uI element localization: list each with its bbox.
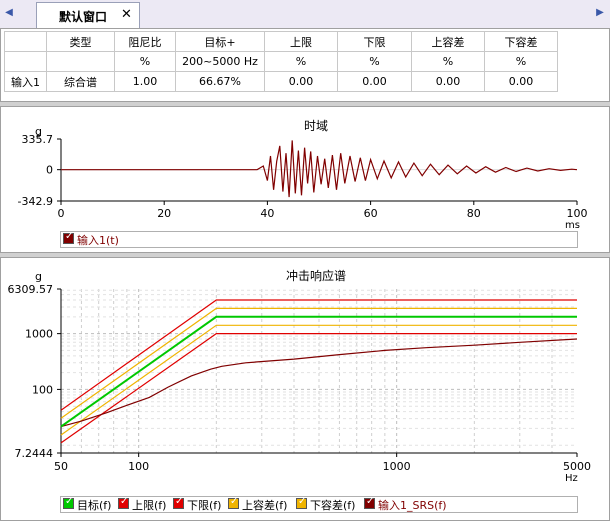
srs-legend: 目标(f) 上限(f) 下限(f) 上容差(f) 下容差(f) 输入1_SRS(f): [60, 496, 578, 513]
table-header-cell: 上限: [264, 31, 338, 52]
checkbox-icon[interactable]: [118, 496, 129, 509]
legend-label: 下容差(f): [310, 499, 356, 512]
close-icon[interactable]: ✕: [121, 7, 132, 22]
legend-label: 上限(f): [132, 499, 167, 512]
srs-chart: 7.2444 100 1000 6309.57 50 100 1000 5000 g Hz: [8, 270, 592, 484]
y-tick-label: 7.2444: [15, 447, 54, 460]
x-unit-label: Hz: [565, 473, 578, 484]
srs-pane: 7.2444 100 1000 6309.57 50 100 1000 5000 g Hz 冲击响…: [0, 257, 610, 521]
tab-bar: ◀ 默认窗口 ✕ ▶: [0, 0, 610, 29]
time-domain-pane: -342.90335.7020406080100gms 时域 输入1(t): [0, 106, 610, 253]
table-header-cell: 类型: [46, 31, 115, 52]
table-cell: %: [484, 51, 558, 72]
checkbox-icon[interactable]: [63, 496, 74, 509]
table-cell[interactable]: 输入1: [4, 71, 47, 92]
table-cell: 200~5000 Hz: [175, 51, 265, 72]
legend-label: 输入1_SRS(f): [378, 499, 447, 512]
table-header-row: 类型 阻尼比 目标+ 上限 下限 上容差 下容差: [4, 31, 558, 52]
x-tick-label: 1000: [383, 460, 411, 473]
table-header-cell: 阻尼比: [114, 31, 176, 52]
table-header-cell: 上容差: [411, 31, 485, 52]
table-units-row: % 200~5000 Hz % % % %: [4, 51, 558, 72]
table-header-cell[interactable]: 目标+: [175, 31, 265, 52]
table-cell[interactable]: 0.00: [484, 71, 558, 92]
table-cell[interactable]: 66.67%: [175, 71, 265, 92]
x-tick-label: 20: [157, 207, 171, 220]
y-tick-label: 1000: [25, 328, 53, 341]
table-row[interactable]: 输入1 综合谱 1.00 66.67% 0.00 0.00 0.00 0.00: [4, 71, 558, 92]
y-unit-label: g: [35, 270, 42, 283]
y-tick-label: 100: [32, 383, 53, 396]
y-tick-label: 6309.57: [8, 283, 54, 296]
table-header-cell: [4, 31, 47, 52]
x-tick-label: 100: [567, 207, 588, 220]
table-cell: %: [264, 51, 338, 72]
table-cell[interactable]: 0.00: [264, 71, 338, 92]
x-tick-label: 40: [260, 207, 274, 220]
parameter-table-pane: 类型 阻尼比 目标+ 上限 下限 上容差 下容差 % 200~5000 Hz %…: [0, 28, 610, 102]
table-cell[interactable]: 0.00: [337, 71, 412, 92]
srs-chart-title: 冲击响应谱: [285, 269, 346, 283]
table-cell: [46, 51, 115, 72]
legend-label: 上容差(f): [242, 499, 288, 512]
checkbox-icon[interactable]: [228, 496, 239, 509]
tab-scroll-left-icon[interactable]: ◀: [3, 6, 15, 20]
parameter-table: 类型 阻尼比 目标+ 上限 下限 上容差 下容差 % 200~5000 Hz %…: [4, 31, 558, 92]
tab-default-window[interactable]: 默认窗口 ✕: [36, 2, 140, 28]
legend-label: 输入1(t): [77, 234, 119, 247]
checkbox-icon[interactable]: [296, 496, 307, 509]
table-header-cell: 下限: [337, 31, 412, 52]
table-cell[interactable]: 综合谱: [46, 71, 115, 92]
table-cell[interactable]: 1.00: [114, 71, 176, 92]
time-legend: 输入1(t): [60, 231, 578, 248]
table-cell: %: [411, 51, 485, 72]
checkbox-icon[interactable]: [63, 231, 74, 244]
x-tick-label: 5000: [563, 460, 591, 473]
y-tick-label: 0: [46, 164, 53, 177]
table-cell: [4, 51, 47, 72]
table-cell: %: [114, 51, 176, 72]
x-tick-label: 60: [364, 207, 378, 220]
time-chart-title: 时域: [303, 119, 328, 133]
y-tick-label: -342.9: [18, 195, 53, 208]
legend-label: 下限(f): [187, 499, 222, 512]
table-cell[interactable]: 0.00: [411, 71, 485, 92]
checkbox-icon[interactable]: [173, 496, 184, 509]
table-header-cell: 下容差: [484, 31, 558, 52]
srs-series-line: [60, 338, 578, 428]
y-unit-label: g: [35, 125, 42, 138]
x-tick-label: 0: [58, 207, 65, 220]
x-unit-label: ms: [565, 220, 580, 231]
x-tick-label: 80: [467, 207, 481, 220]
x-tick-label: 100: [128, 460, 149, 473]
tab-label: 默认窗口: [59, 10, 108, 24]
tab-scroll-right-icon[interactable]: ▶: [594, 6, 606, 20]
table-cell: %: [337, 51, 412, 72]
checkbox-icon[interactable]: [364, 496, 375, 509]
legend-label: 目标(f): [77, 499, 112, 512]
x-tick-label: 50: [54, 460, 68, 473]
time-series-line: [61, 140, 578, 198]
